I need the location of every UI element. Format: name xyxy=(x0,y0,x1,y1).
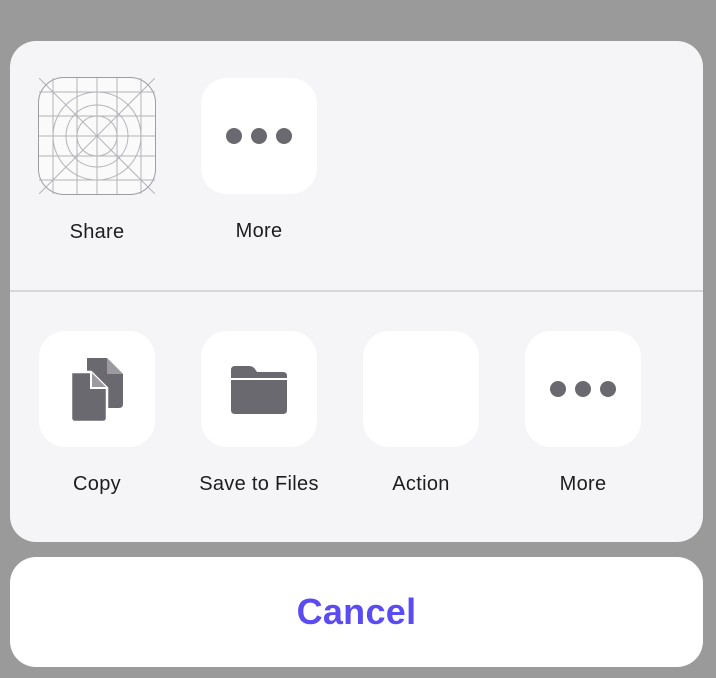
more-apps-item[interactable]: More xyxy=(194,78,324,243)
cancel-button[interactable]: Cancel xyxy=(10,557,703,667)
more-actions-label: More xyxy=(559,473,607,495)
save-to-files-tile xyxy=(201,331,317,447)
more-dots-icon xyxy=(550,381,616,397)
save-to-files-label: Save to Files xyxy=(199,473,319,495)
more-dots-icon xyxy=(226,128,292,144)
more-apps-tile xyxy=(201,78,317,194)
more-apps-label: More xyxy=(235,220,283,242)
action-label: Action xyxy=(392,473,450,495)
copy-action-tile xyxy=(39,331,155,447)
folder-icon xyxy=(231,366,287,414)
copy-icon xyxy=(69,358,123,422)
share-sheet-overlay: Share More Copy Save to Files Action Mor… xyxy=(0,0,716,678)
app-icon-grid-template xyxy=(38,77,156,195)
more-actions-tile xyxy=(525,331,641,447)
copy-action-label: Copy xyxy=(73,473,121,495)
app-icon-grid-template-icon xyxy=(39,78,155,194)
action-tile xyxy=(363,331,479,447)
share-app-item[interactable]: Share xyxy=(32,77,162,244)
share-app-label: Share xyxy=(69,221,125,243)
save-to-files-action-item[interactable]: Save to Files xyxy=(194,331,324,496)
share-sheet: Share More Copy Save to Files Action Mor… xyxy=(10,41,703,542)
more-actions-item[interactable]: More xyxy=(518,331,648,496)
cancel-button-label: Cancel xyxy=(296,591,417,632)
section-divider xyxy=(10,290,703,292)
action-item[interactable]: Action xyxy=(356,331,486,496)
copy-action-item[interactable]: Copy xyxy=(32,331,162,496)
